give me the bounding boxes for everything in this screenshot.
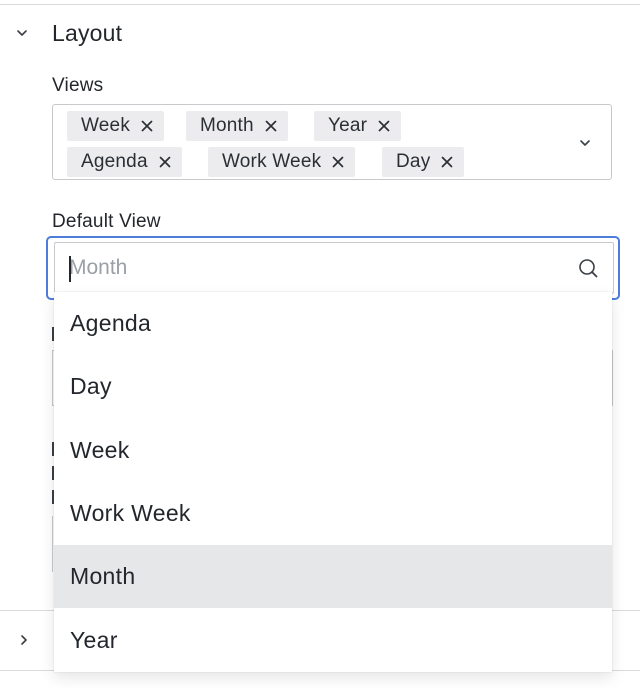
views-label: Views <box>52 75 104 96</box>
default-view-label: Default View <box>52 211 161 232</box>
view-chip: Work Week <box>208 147 356 177</box>
option-work-week[interactable]: Work Week <box>54 482 612 545</box>
default-view-search-input[interactable] <box>69 253 549 283</box>
default-view-field <box>54 242 614 294</box>
chevron-right-icon[interactable] <box>16 632 32 648</box>
chevron-down-icon[interactable] <box>577 135 593 151</box>
hidden-field-edge <box>612 350 613 406</box>
divider <box>0 4 640 5</box>
close-icon[interactable] <box>140 119 154 133</box>
view-chip: Month <box>186 111 288 141</box>
search-icon <box>579 259 598 278</box>
chevron-down-icon <box>17 30 27 36</box>
layout-section-header[interactable]: Layout <box>0 16 640 50</box>
close-icon[interactable] <box>377 119 391 133</box>
hidden-field-edge <box>52 350 53 406</box>
chip-label: Week <box>81 115 131 136</box>
chip-label: Work Week <box>222 151 322 172</box>
chip-label: Day <box>396 151 431 172</box>
default-view-options-list: Agenda Day Week Work Week Month Year <box>54 292 612 672</box>
chip-label: Month <box>200 115 254 136</box>
option-day[interactable]: Day <box>54 355 612 418</box>
option-agenda[interactable]: Agenda <box>54 292 612 355</box>
layout-panel: Layout Views Week Month Year Agenda Work… <box>0 0 640 688</box>
view-chip: Agenda <box>67 147 182 177</box>
option-month[interactable]: Month <box>54 545 612 608</box>
view-chip: Week <box>67 111 165 141</box>
close-icon[interactable] <box>331 155 345 169</box>
hidden-field-edge <box>52 516 53 572</box>
view-chip: Year <box>314 111 402 141</box>
section-title: Layout <box>52 19 123 46</box>
views-multiselect[interactable]: Week Month Year Agenda Work Week Day <box>52 104 612 180</box>
close-icon[interactable] <box>440 155 454 169</box>
text-caret <box>69 256 71 282</box>
default-view-select[interactable] <box>46 236 620 300</box>
chip-label: Year <box>328 115 368 136</box>
close-icon[interactable] <box>264 119 278 133</box>
view-chip: Day <box>382 147 465 177</box>
chip-label: Agenda <box>81 151 148 172</box>
option-year[interactable]: Year <box>54 609 612 672</box>
option-week[interactable]: Week <box>54 419 612 482</box>
close-icon[interactable] <box>158 155 172 169</box>
